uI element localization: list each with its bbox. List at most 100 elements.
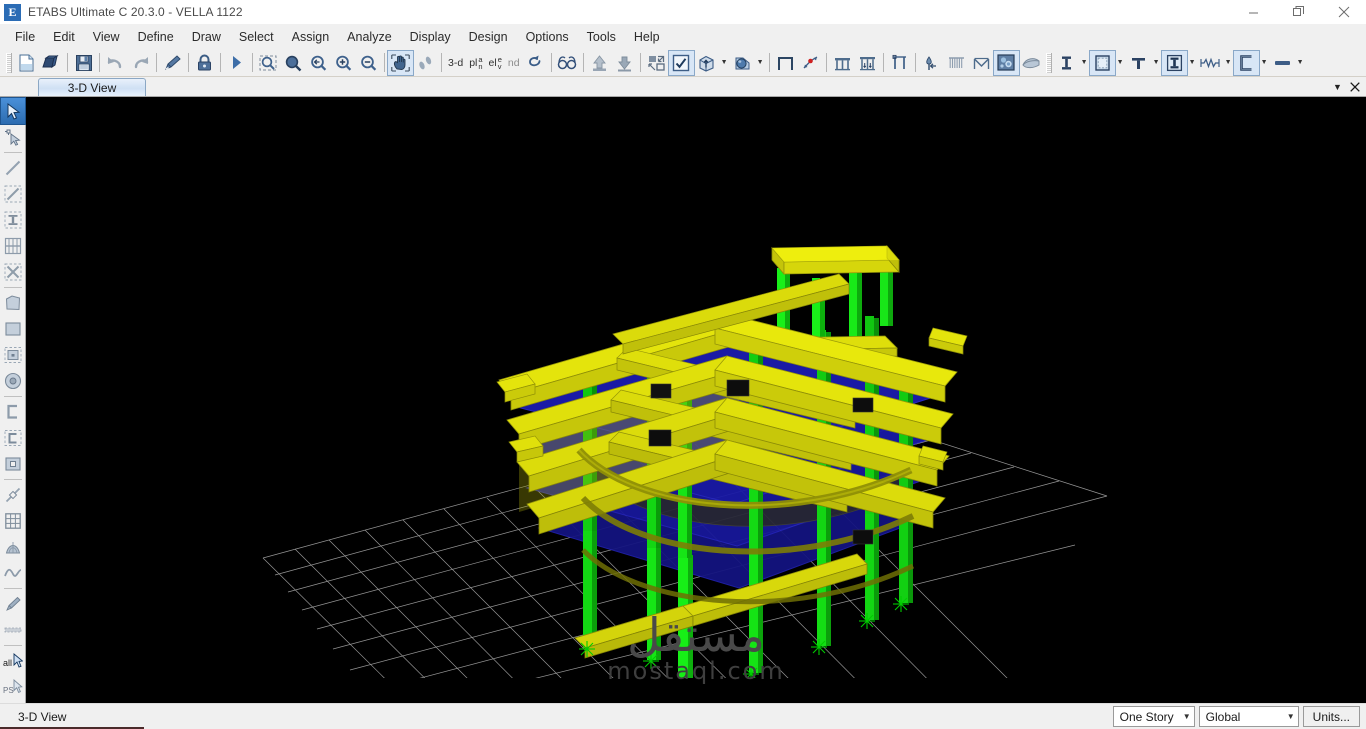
view-elevation-button[interactable]: el ev xyxy=(486,51,505,75)
story-select[interactable]: One Story ▼ xyxy=(1112,706,1195,727)
select-all-button[interactable] xyxy=(644,51,669,75)
menu-display[interactable]: Display xyxy=(401,27,460,47)
draw-dimension-tool[interactable] xyxy=(1,591,25,617)
undo-button[interactable] xyxy=(103,51,128,75)
draw-tendon-tool[interactable] xyxy=(1,534,25,560)
close-icon[interactable] xyxy=(1347,79,1362,95)
select-point-objects-dropdown[interactable]: ▼ xyxy=(1079,51,1090,75)
draw-opening-tool[interactable] xyxy=(1,451,25,477)
menu-select[interactable]: Select xyxy=(230,27,283,47)
select-column-objects-dropdown[interactable]: ▼ xyxy=(1187,51,1198,75)
open-model-button[interactable] xyxy=(39,51,64,75)
draw-frame-button[interactable] xyxy=(773,51,798,75)
save-model-button[interactable] xyxy=(71,51,96,75)
section-cut-button[interactable] xyxy=(887,51,912,75)
show-load-pattern-button[interactable] xyxy=(855,51,880,75)
select-wall-objects-dropdown[interactable]: ▼ xyxy=(1259,51,1270,75)
select-link-objects-dropdown[interactable]: ▼ xyxy=(1223,51,1234,75)
support-reaction-button[interactable] xyxy=(919,51,944,75)
zoom-in-button[interactable] xyxy=(331,51,356,75)
move-up-story-button[interactable] xyxy=(587,51,612,75)
menu-design[interactable]: Design xyxy=(460,27,517,47)
new-model-button[interactable] xyxy=(14,51,39,75)
show-loads-button[interactable] xyxy=(830,51,855,75)
toolbar-grip[interactable] xyxy=(1045,52,1052,73)
stress-contour-button[interactable] xyxy=(992,49,1020,76)
deform-shape-button[interactable] xyxy=(944,51,969,75)
menu-options[interactable]: Options xyxy=(517,27,578,47)
close-button[interactable] xyxy=(1321,0,1366,25)
menu-tools[interactable]: Tools xyxy=(578,27,625,47)
select-slab-objects-button[interactable] xyxy=(1270,51,1295,75)
quick-draw-beam-tool[interactable] xyxy=(1,181,25,207)
extrude-view-button[interactable] xyxy=(694,51,719,75)
lock-model-button[interactable] xyxy=(192,51,217,75)
draw-wall-stack-tool[interactable] xyxy=(1,399,25,425)
rubber-band-zoom-button[interactable] xyxy=(256,51,281,75)
menu-define[interactable]: Define xyxy=(129,27,183,47)
assign-check-button[interactable] xyxy=(667,49,695,76)
3d-model-canvas[interactable]: X Y Z xyxy=(27,98,1366,678)
quick-draw-secondary-beam-tool[interactable] xyxy=(1,233,25,259)
select-point-objects-button[interactable] xyxy=(1054,51,1079,75)
zoom-out-button[interactable] xyxy=(356,51,381,75)
select-column-objects-button[interactable] xyxy=(1160,49,1188,76)
draw-reference-line-tool[interactable] xyxy=(1,617,25,643)
zoom-full-button[interactable] xyxy=(281,51,306,75)
draw-poly-area-tool[interactable] xyxy=(1,290,25,316)
select-wall-objects-button[interactable] xyxy=(1232,49,1260,76)
moment-diagram-button[interactable] xyxy=(969,51,994,75)
menu-assign[interactable]: Assign xyxy=(283,27,339,47)
extrude-view-dropdown[interactable]: ▼ xyxy=(719,51,730,75)
shade-objects-dropdown[interactable]: ▼ xyxy=(755,51,766,75)
quick-draw-area-tool[interactable] xyxy=(1,342,25,368)
menu-help[interactable]: Help xyxy=(625,27,669,47)
select-pointer-tool[interactable] xyxy=(0,97,26,125)
pan-button[interactable] xyxy=(387,49,414,76)
view-plan-button[interactable]: pl an xyxy=(466,51,485,75)
3d-model-viewport[interactable]: X Y Z مستقل mostaql.com xyxy=(26,97,1366,703)
select-tee-objects-dropdown[interactable]: ▼ xyxy=(1151,51,1162,75)
quick-draw-wall-tool[interactable] xyxy=(1,425,25,451)
refresh-view-button[interactable] xyxy=(523,51,548,75)
restore-button[interactable] xyxy=(1276,0,1321,25)
select-all-tool[interactable]: all xyxy=(1,648,25,674)
select-slab-objects-dropdown[interactable]: ▼ xyxy=(1295,51,1306,75)
menu-edit[interactable]: Edit xyxy=(44,27,84,47)
select-tee-objects-button[interactable] xyxy=(1126,51,1151,75)
minimize-button[interactable] xyxy=(1231,0,1276,25)
select-area-objects-button[interactable] xyxy=(1088,49,1116,76)
draw-circular-area-tool[interactable] xyxy=(1,368,25,394)
draw-rect-area-tool[interactable] xyxy=(1,316,25,342)
view-nd-button[interactable]: nd xyxy=(505,51,523,75)
draw-link-tool[interactable] xyxy=(1,482,25,508)
draw-curve-tool[interactable] xyxy=(1,560,25,586)
previous-selection-tool[interactable]: PS xyxy=(1,674,25,700)
chevron-down-icon[interactable]: ▼ xyxy=(1330,79,1345,95)
zoom-previous-button[interactable] xyxy=(306,51,331,75)
move-down-story-button[interactable] xyxy=(612,51,637,75)
reshape-tool[interactable] xyxy=(1,124,25,150)
quick-draw-column-tool[interactable] xyxy=(1,207,25,233)
shade-objects-button[interactable] xyxy=(730,51,755,75)
menu-analyze[interactable]: Analyze xyxy=(338,27,400,47)
influence-line-button[interactable] xyxy=(1019,51,1044,75)
edit-pen-button[interactable] xyxy=(160,51,185,75)
coordinate-system-select[interactable]: Global ▼ xyxy=(1198,706,1299,727)
view-3d-button[interactable]: 3-d xyxy=(445,51,466,75)
quick-draw-brace-tool[interactable] xyxy=(1,259,25,285)
measure-button[interactable] xyxy=(413,51,438,75)
joint-restraint-button[interactable] xyxy=(798,51,823,75)
toolbar-grip[interactable] xyxy=(6,52,12,73)
select-area-objects-dropdown[interactable]: ▼ xyxy=(1115,51,1126,75)
menu-view[interactable]: View xyxy=(84,27,129,47)
tab-3d-view[interactable]: 3-D View xyxy=(38,78,146,96)
menu-draw[interactable]: Draw xyxy=(183,27,230,47)
menu-file[interactable]: File xyxy=(6,27,44,47)
draw-grid-tool[interactable] xyxy=(1,508,25,534)
redo-button[interactable] xyxy=(128,51,153,75)
units-button[interactable]: Units... xyxy=(1302,706,1360,727)
object-view-button[interactable] xyxy=(555,51,580,75)
select-link-objects-button[interactable] xyxy=(1198,51,1223,75)
run-analysis-button[interactable] xyxy=(224,51,249,75)
